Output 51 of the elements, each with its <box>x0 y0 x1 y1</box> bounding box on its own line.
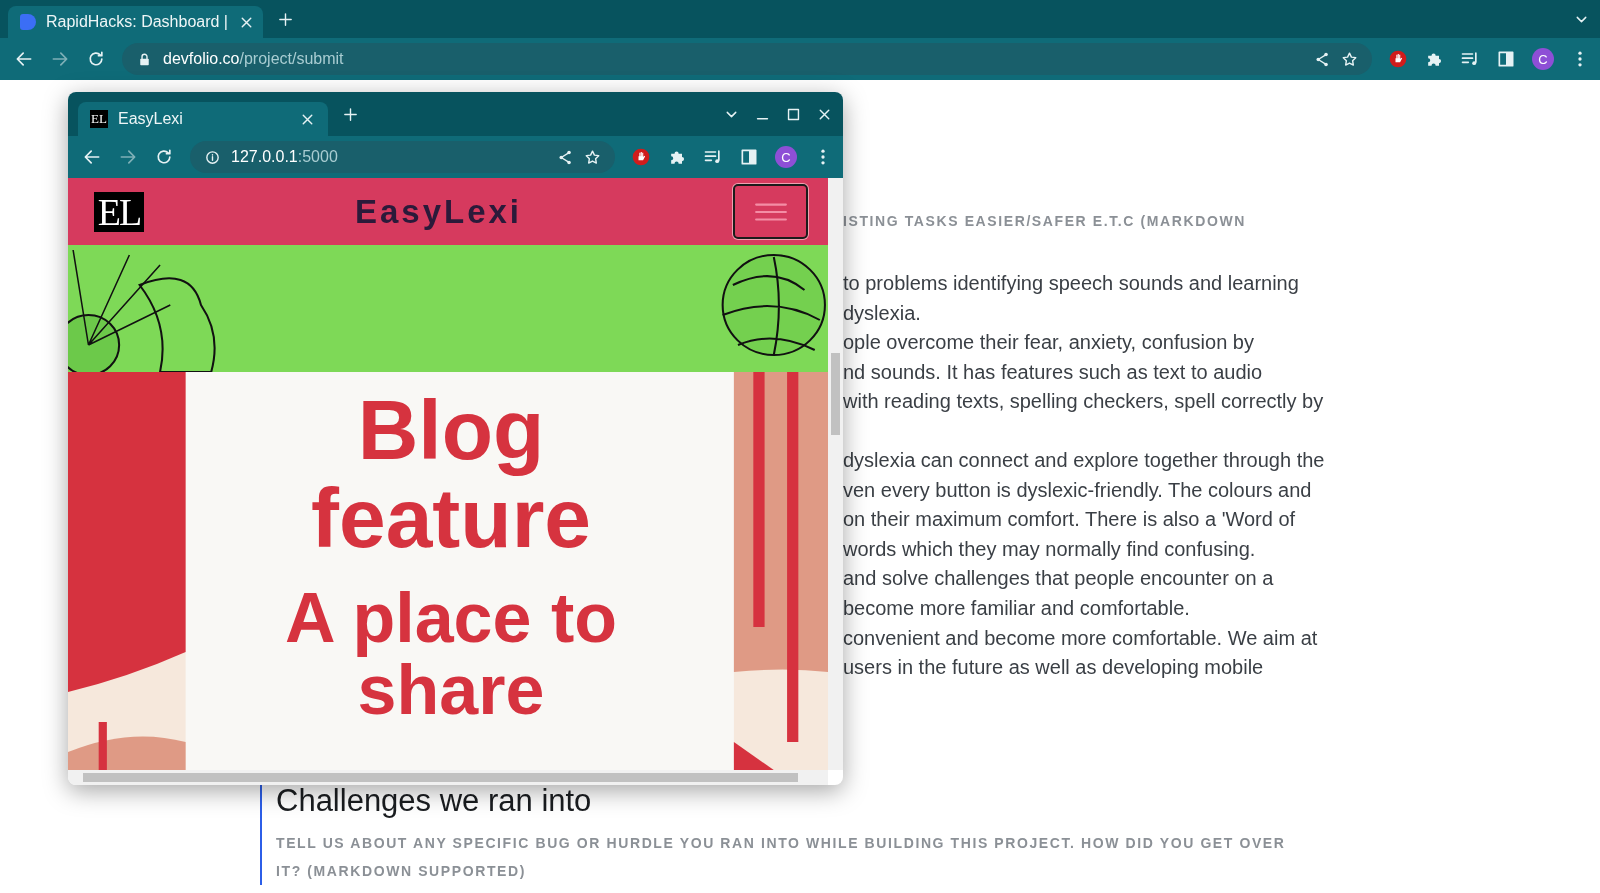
site-logo[interactable]: EL <box>94 191 144 232</box>
section-heading: Challenges we ran into <box>276 782 593 819</box>
tab-title: RapidHacks: Dashboard | <box>46 13 229 31</box>
scrollbar[interactable] <box>68 770 828 785</box>
share-icon[interactable] <box>557 148 574 166</box>
profile-avatar[interactable]: C <box>1532 48 1554 70</box>
paragraph-line: with reading texts, spelling checkers, spell correctly by <box>843 389 1325 415</box>
hand-icon[interactable] <box>631 147 651 167</box>
star-icon[interactable] <box>584 148 601 166</box>
scrollbar[interactable] <box>828 178 843 770</box>
paragraph-line: dyslexia can connect and explore together through the <box>843 447 1326 473</box>
menu-button[interactable] <box>733 184 808 239</box>
paragraph-line: dyslexia. <box>843 300 922 326</box>
hand-icon[interactable] <box>1388 49 1408 69</box>
paragraph-line: become more familiar and comfortable. <box>843 595 1191 621</box>
new-tab-icon[interactable] <box>342 105 359 123</box>
url-text: devfolio.co/project/submit <box>163 50 344 68</box>
paragraph-line: words which they may normally find confusing. <box>843 536 1257 562</box>
url-text: 127.0.0.1:5000 <box>231 148 338 166</box>
address-bar[interactable]: devfolio.co/project/submit <box>122 43 1372 75</box>
site-title: EasyLexi <box>353 192 524 231</box>
info-icon[interactable] <box>204 148 221 166</box>
paragraph-line: nd sounds. It has features such as text to audio <box>843 359 1264 385</box>
tab-title: EasyLexi <box>118 110 184 128</box>
favicon-icon <box>20 14 36 30</box>
paragraph-line: convenient and become more comfortable. We aim at <box>843 625 1319 651</box>
field-prompt: TELL US ABOUT ANY SPECIFIC BUG OR HURDLE YOU RAN INTO WHILE BUILDING THIS PROJECT. HOW DID YOU GET OVER IT? (MARKDOWN SUPPORTED) <box>276 833 1287 881</box>
back-icon[interactable] <box>82 147 102 167</box>
paragraph-line: ople overcome their fear, anxiety, confusion by <box>843 330 1255 356</box>
site-favicon: EL <box>90 110 108 128</box>
side-panel-icon[interactable] <box>739 147 759 167</box>
share-icon[interactable] <box>1314 50 1331 68</box>
address-bar[interactable]: 127.0.0.1:5000 <box>190 141 615 173</box>
back-icon[interactable] <box>14 49 34 69</box>
new-tab-icon[interactable] <box>277 10 294 28</box>
forward-icon[interactable] <box>50 49 70 69</box>
poster-text: Blog <box>356 386 546 474</box>
browser-tab[interactable]: EL EasyLexi <box>78 102 328 136</box>
reload-icon[interactable] <box>86 49 106 69</box>
forward-icon[interactable] <box>118 147 138 167</box>
paragraph-line: to problems identifying speech sounds and learning <box>843 271 1300 296</box>
browser-tab[interactable]: RapidHacks: Dashboard | <box>8 6 263 38</box>
field-prompt: ISTING TASKS EASIER/SAFER E.T.C (MARKDOWN <box>843 213 1247 229</box>
paragraph-line: users in the future as well as developing mobile <box>843 655 1265 681</box>
paragraph-line: ven every button is dyslexic-friendly. The colours and <box>843 477 1313 503</box>
profile-avatar[interactable]: C <box>775 146 797 168</box>
paragraph-line: and solve challenges that people encounter on a <box>843 566 1275 592</box>
star-icon[interactable] <box>1341 50 1358 68</box>
reload-icon[interactable] <box>154 147 174 167</box>
side-panel-icon[interactable] <box>1496 49 1516 69</box>
paragraph-line: on their maximum comfort. There is also a 'Word of <box>843 507 1297 533</box>
